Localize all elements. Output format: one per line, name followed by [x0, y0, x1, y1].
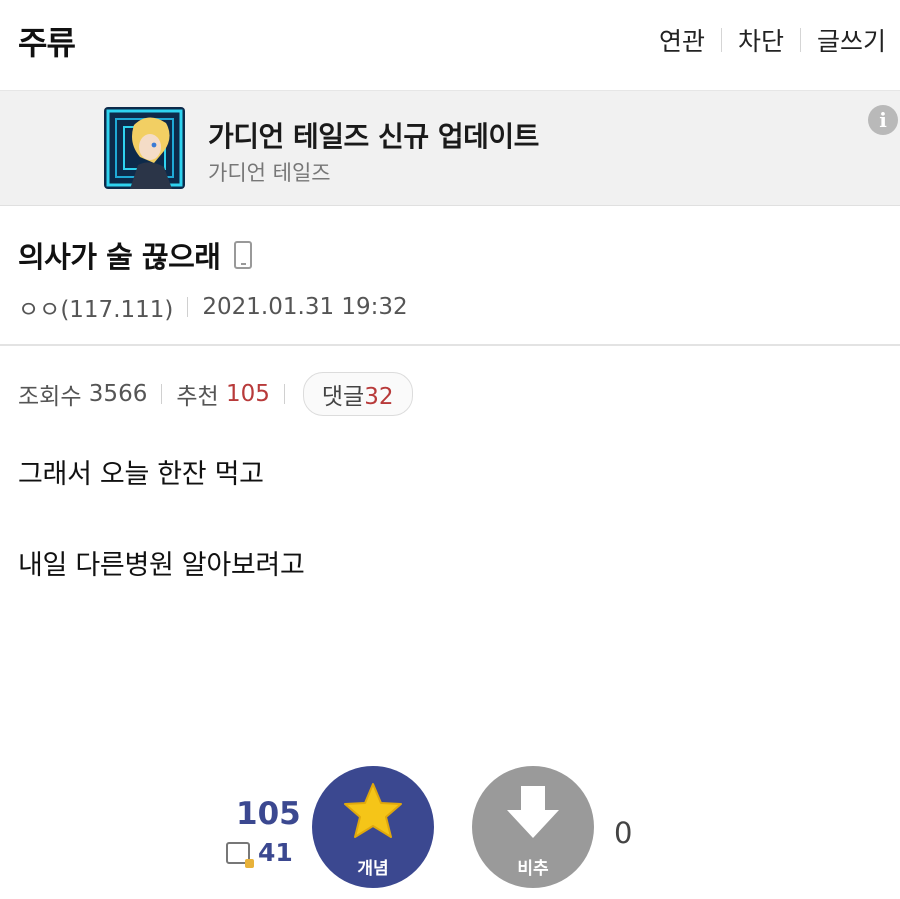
upvote-button[interactable]: 개념 — [312, 766, 434, 888]
downvote-total: 0 — [614, 816, 633, 850]
block-link[interactable]: 차단 — [738, 22, 784, 58]
views-label: 조회수 — [18, 384, 82, 410]
star-icon — [344, 783, 402, 838]
related-link[interactable]: 연관 — [659, 22, 705, 58]
arrow-down-icon — [507, 786, 559, 838]
recommend-label: 추천 — [176, 384, 219, 410]
post-title-row: 의사가 술 끊으래 — [18, 234, 253, 276]
views-count: 3566 — [88, 381, 148, 407]
recommend-count: 105 — [225, 381, 270, 407]
comments-count: 32 — [364, 384, 394, 410]
comments-label: 댓글 — [321, 384, 365, 410]
post-body-line: 그래서 오늘 한잔 먹고 — [18, 459, 264, 490]
vote-area: 105 41 개념 비추 0 — [0, 760, 900, 899]
divider — [161, 384, 163, 404]
post-stats: 조회수 3566 추천 105 댓글32 — [18, 372, 413, 416]
divider — [720, 28, 722, 52]
gallery-name[interactable]: 주류 — [18, 18, 76, 64]
mobile-upvote-value: 41 — [258, 838, 293, 867]
divider — [187, 297, 189, 317]
comment-count-button[interactable]: 댓글32 — [302, 372, 413, 416]
post-title: 의사가 술 끊으래 — [18, 240, 221, 274]
ad-subtitle: 가디언 테일즈 — [208, 161, 331, 185]
write-link[interactable]: 글쓰기 — [817, 22, 886, 58]
post-meta: ㅇㅇ(117.111) 2021.01.31 19:32 — [18, 290, 408, 324]
author[interactable]: ㅇㅇ(117.111) — [18, 290, 173, 324]
info-icon[interactable]: i — [868, 105, 898, 135]
mobile-upvote-count: 41 — [226, 838, 293, 868]
header-links: 연관 차단 글쓰기 — [659, 22, 886, 58]
downvote-button[interactable]: 비추 — [472, 766, 594, 888]
ad-banner[interactable]: 가디언 테일즈 신규 업데이트 가디언 테일즈 i — [0, 90, 900, 206]
downvote-label: 비추 — [517, 859, 549, 879]
ad-title[interactable]: 가디언 테일즈 신규 업데이트 — [208, 115, 539, 155]
divider — [799, 28, 801, 52]
top-header: 주류 연관 차단 글쓰기 — [0, 0, 900, 90]
mobile-icon — [234, 241, 253, 269]
post-header: 의사가 술 끊으래 ㅇㅇ(117.111) 2021.01.31 19:32 — [0, 206, 900, 346]
upvote-total: 105 — [236, 796, 301, 832]
upvote-label: 개념 — [357, 859, 389, 879]
ad-thumbnail[interactable] — [104, 107, 185, 189]
post-datetime: 2021.01.31 19:32 — [202, 294, 408, 320]
post-body-line: 내일 다른병원 알아보려고 — [18, 550, 305, 581]
mobile-vote-icon — [226, 841, 254, 868]
divider — [283, 384, 285, 404]
